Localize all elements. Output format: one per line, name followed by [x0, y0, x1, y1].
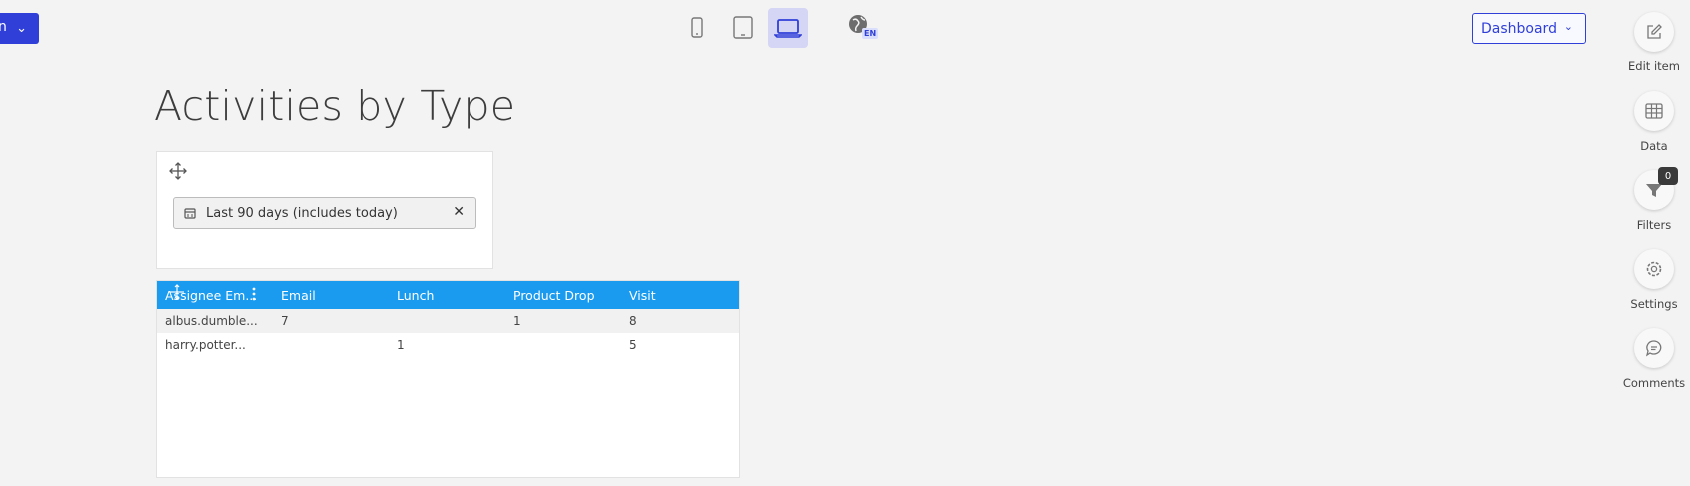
page-title: Activities by Type — [154, 82, 516, 130]
filters-label: Filters — [1636, 218, 1672, 232]
cell-assignee: harry.potter... — [165, 338, 246, 352]
column-header-lunch[interactable]: Lunch — [397, 288, 434, 303]
data-label: Data — [1640, 139, 1668, 153]
chevron-down-icon: ⌄ — [1563, 20, 1573, 33]
tablet-view-button[interactable] — [723, 8, 763, 48]
cell-product-drop: 1 — [513, 314, 521, 328]
edit-item-label: Edit item — [1628, 59, 1680, 73]
cell-lunch: 1 — [397, 338, 405, 352]
mobile-icon — [691, 17, 703, 38]
mobile-view-button[interactable] — [677, 8, 717, 48]
language-code-badge: EN — [862, 28, 879, 39]
cell-assignee: albus.dumble... — [165, 314, 258, 328]
comments-button[interactable] — [1634, 328, 1674, 368]
tablet-icon — [733, 16, 753, 39]
settings-label: Settings — [1630, 297, 1678, 311]
edit-item-button[interactable] — [1634, 12, 1674, 52]
cell-email: 7 — [281, 314, 289, 328]
language-button[interactable]: EN — [848, 14, 880, 44]
move-icon[interactable] — [169, 162, 187, 180]
dashboard-select-value: Dashboard — [1481, 20, 1557, 37]
column-menu-icon[interactable] — [252, 287, 256, 301]
comments-label: Comments — [1622, 376, 1686, 390]
clear-icon[interactable]: ✕ — [453, 204, 465, 220]
laptop-icon — [774, 19, 802, 38]
desktop-view-button[interactable] — [768, 8, 808, 48]
cell-visit: 8 — [629, 314, 637, 328]
top-left-menu-button[interactable]: n ⌄ — [0, 13, 39, 44]
top-left-button-label: n — [0, 19, 7, 35]
activities-table-widget: Assignee Em... Email Lunch Product Drop … — [156, 280, 740, 478]
settings-button[interactable] — [1634, 249, 1674, 289]
chevron-down-icon: ⌄ — [16, 21, 27, 36]
date-filter-widget: Last 90 days (includes today) ✕ — [156, 151, 493, 269]
cell-visit: 5 — [629, 338, 637, 352]
date-range-value: Last 90 days (includes today) — [206, 205, 398, 221]
table-row[interactable]: albus.dumble... 7 1 8 — [157, 309, 739, 333]
column-header-email[interactable]: Email — [281, 288, 316, 303]
table-icon — [1645, 103, 1663, 119]
comment-icon — [1645, 340, 1662, 357]
gear-icon — [1646, 261, 1662, 277]
column-header-product-drop[interactable]: Product Drop — [513, 288, 595, 303]
date-range-filter[interactable]: Last 90 days (includes today) ✕ — [173, 197, 476, 229]
column-header-visit[interactable]: Visit — [629, 288, 656, 303]
table-header: Assignee Em... Email Lunch Product Drop … — [157, 281, 739, 309]
filters-count-badge: 0 — [1658, 167, 1678, 185]
dashboard-select[interactable]: Dashboard ⌄ — [1472, 13, 1586, 44]
table-row[interactable]: harry.potter... 1 5 — [157, 333, 739, 357]
edit-icon — [1647, 24, 1662, 39]
data-button[interactable] — [1634, 91, 1674, 131]
column-header-assignee[interactable]: Assignee Em... — [165, 288, 257, 303]
calendar-icon — [184, 208, 196, 219]
